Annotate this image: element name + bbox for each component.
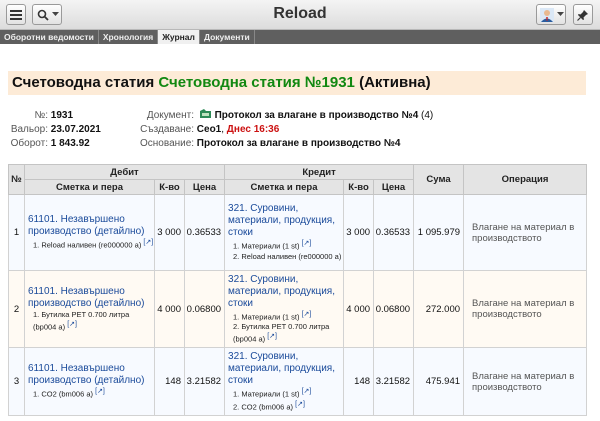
basis-label: Основание:: [140, 138, 195, 149]
debit-account-link[interactable]: 61101. Незавършено производство (детайлн…: [25, 286, 154, 310]
row-sum: 272.000: [413, 270, 465, 348]
debit-qty: 148: [154, 347, 185, 416]
page-title: Счетоводна статия Счетоводна статия №193…: [8, 71, 586, 95]
credit-price: 0.36533: [373, 194, 415, 271]
col-operation-header: Операция: [463, 164, 588, 195]
external-link-icon[interactable]: [↗]: [67, 321, 77, 328]
user-avatar-icon: [540, 7, 554, 22]
col-credit-header: Кредит: [224, 164, 415, 180]
document-icon: [199, 109, 211, 118]
external-link-icon[interactable]: [↗]: [295, 401, 305, 408]
pin-icon: [577, 9, 588, 21]
col-credit-account-header: Сметка и пера: [224, 179, 345, 195]
col-sum-header: Сума: [413, 164, 465, 195]
row-number: 3: [8, 347, 25, 416]
document-count: (4): [421, 110, 434, 121]
debit-items: 1. Reload наливен (re000000 a) [↗]: [33, 239, 154, 250]
credit-account-cell: 321. Суровини, материали, продукция, сто…: [224, 270, 345, 348]
created-label: Създаване:: [140, 124, 194, 135]
debit-price: 0.36533: [183, 194, 226, 271]
debit-account-cell: 61101. Незавършено производство (детайлн…: [24, 270, 155, 348]
debit-items: 1. CO2 (bm006 a) [↗]: [33, 388, 105, 399]
row-sum: 1 095.979: [413, 194, 465, 271]
info-right: Документ: Протокол за влагане в производ…: [140, 109, 433, 151]
row-number: 1: [8, 194, 25, 271]
basis-value: Протокол за влагане в производство №4: [196, 138, 401, 149]
debit-qty: 4 000: [154, 270, 185, 348]
external-link-icon[interactable]: [↗]: [302, 311, 312, 318]
title-entry-name: Счетоводна статия №1931: [158, 74, 355, 91]
entries-table: № Дебит Кредит Сума Операция Сметка и пе…: [8, 164, 588, 416]
user-menu-button[interactable]: [536, 4, 566, 25]
row-sum: 475.941: [413, 347, 465, 416]
tab-chronology[interactable]: Хронология: [99, 30, 159, 44]
external-link-icon[interactable]: [↗]: [302, 240, 312, 247]
document-link[interactable]: Протокол за влагане в производство №4: [215, 110, 419, 121]
debit-account-cell: 61101. Незавършено производство (детайлн…: [24, 347, 155, 416]
row-number: 2: [8, 270, 25, 348]
credit-items: 1. Материали (1 st) [↗] 2. Бутилка PET 0…: [233, 310, 330, 344]
credit-items: 1. Материали (1 st) [↗] 2. Reload наливе…: [233, 240, 342, 261]
turnover-value: 1 843.92: [50, 138, 90, 149]
chevron-down-icon: [557, 12, 564, 16]
row-operation: Влагане на материал в производството: [463, 347, 588, 416]
credit-items: 1. Материали (1 st) [↗] 2. CO2 (bm006 a)…: [233, 388, 312, 411]
external-link-icon[interactable]: [↗]: [95, 388, 105, 395]
col-debit-header: Дебит: [23, 164, 226, 180]
credit-account-link[interactable]: 321. Суровини, материали, продукция, сто…: [225, 351, 343, 387]
col-debit-price-header: Цена: [183, 179, 226, 195]
pin-button[interactable]: [573, 4, 593, 25]
tab-journal[interactable]: Журнал: [158, 30, 200, 44]
credit-account-link[interactable]: 321. Суровини, материали, продукция, сто…: [225, 274, 343, 310]
valeur-label: Вальор:: [10, 124, 48, 135]
info-left: №: 1931 Вальор: 23.07.2021 Оборот: 1 843…: [8, 109, 101, 151]
col-credit-price-header: Цена: [373, 179, 415, 195]
debit-price: 0.06800: [183, 270, 226, 348]
document-label: Документ:: [146, 110, 194, 121]
debit-qty: 3 000: [154, 194, 185, 271]
created-timestamp: Днес 16:36: [226, 124, 280, 135]
created-by-link[interactable]: Сео1: [197, 124, 221, 135]
credit-qty: 4 000: [343, 270, 375, 348]
number-label: №:: [34, 110, 48, 121]
table-row: 3 61101. Незавършено производство (детай…: [8, 347, 588, 416]
tab-documents[interactable]: Документи: [200, 30, 255, 44]
valeur-value: 23.07.2021: [50, 124, 101, 135]
debit-account-link[interactable]: 61101. Незавършено производство (детайлн…: [25, 214, 154, 238]
external-link-icon[interactable]: [↗]: [302, 388, 312, 395]
top-toolbar: Reload: [0, 0, 600, 30]
row-operation: Влагане на материал в производството: [463, 270, 588, 348]
debit-items: 1. Бутилка PET 0.700 литра (bp004 a) [↗]: [33, 309, 130, 332]
table-row: 1 61101. Незавършено производство (детай…: [8, 194, 588, 271]
app-title: Reload: [273, 5, 327, 22]
credit-qty: 148: [343, 347, 375, 416]
external-link-icon[interactable]: [↗]: [143, 239, 153, 246]
debit-account-cell: 61101. Незавършено производство (детайлн…: [24, 194, 155, 271]
credit-price: 0.06800: [373, 270, 415, 348]
turnover-label: Оборот:: [10, 138, 48, 149]
title-status: (Активна): [359, 74, 431, 91]
col-debit-qty-header: К-во: [154, 179, 185, 195]
tab-bar: Оборотни ведомости Хронология Журнал Док…: [0, 30, 600, 44]
number-value: 1931: [50, 110, 74, 121]
external-link-icon[interactable]: [↗]: [267, 333, 277, 340]
credit-qty: 3 000: [343, 194, 375, 271]
credit-account-cell: 321. Суровини, материали, продукция, сто…: [224, 347, 345, 416]
table-row: 2 61101. Незавършено производство (детай…: [8, 270, 588, 348]
created-separator: ,: [221, 124, 225, 135]
credit-account-cell: 321. Суровини, материали, продукция, сто…: [224, 194, 345, 271]
row-operation: Влагане на материал в производството: [463, 194, 588, 271]
title-prefix: Счетоводна статия: [12, 74, 155, 91]
col-debit-account-header: Сметка и пера: [24, 179, 155, 195]
credit-account-link[interactable]: 321. Суровини, материали, продукция, сто…: [225, 203, 343, 239]
debit-account-link[interactable]: 61101. Незавършено производство (детайлн…: [25, 363, 154, 387]
credit-price: 3.21582: [373, 347, 415, 416]
col-number-header: №: [8, 164, 25, 195]
debit-price: 3.21582: [183, 347, 226, 416]
tab-turnover-sheets[interactable]: Оборотни ведомости: [0, 30, 99, 44]
col-credit-qty-header: К-во: [343, 179, 375, 195]
